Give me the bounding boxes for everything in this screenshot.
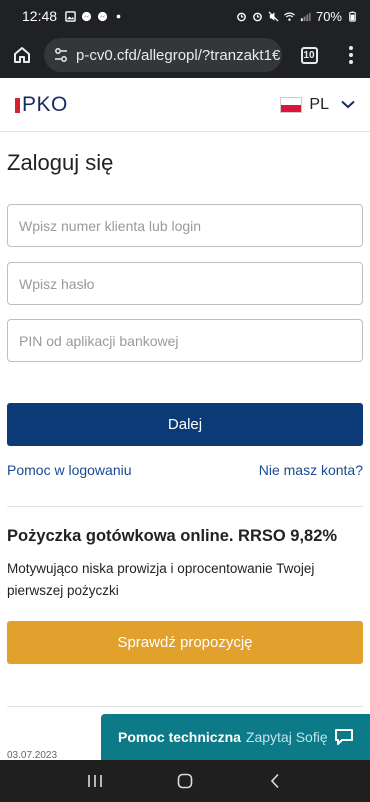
back-icon [270, 773, 279, 789]
address-bar[interactable]: p-cv0.cfd/allegropl/?tranzakt1€ [44, 38, 282, 72]
divider [7, 706, 363, 707]
help-widget-subtitle: Zapytaj Sofię [245, 729, 328, 745]
gallery-icon [65, 10, 76, 22]
pko-logo[interactable]: PKO [15, 93, 68, 117]
promo-text: Motywująco niska prowizja i oprocentowan… [7, 561, 315, 598]
next-button[interactable]: Dalej [7, 403, 363, 446]
language-label: PL [309, 95, 329, 113]
notification-icons [65, 10, 124, 22]
more-vertical-icon [349, 46, 353, 64]
login-help-link[interactable]: Pomoc w logowaniu [7, 462, 132, 478]
site-settings-icon[interactable] [54, 47, 68, 63]
pin-input[interactable] [7, 319, 363, 362]
home-icon [14, 47, 30, 63]
poland-flag-icon [280, 96, 303, 113]
recent-apps-icon [88, 775, 102, 787]
status-time: 12:48 [22, 8, 58, 24]
register-link[interactable]: Nie masz konta? [259, 462, 363, 478]
dot-icon [116, 14, 121, 18]
divider [7, 506, 363, 507]
mute-icon [268, 10, 279, 22]
home-nav-icon [177, 773, 193, 789]
site-header: PKO PL [0, 78, 370, 132]
back-nav-button[interactable] [255, 766, 295, 796]
system-icons: 70% [236, 9, 358, 24]
check-offer-button[interactable]: Sprawdź propozycję [7, 621, 363, 664]
status-bar: 12:48 70% [0, 0, 370, 32]
signal-icon [300, 12, 311, 21]
tab-count: 10 [300, 46, 318, 64]
messenger-icon [97, 11, 108, 21]
url-text: p-cv0.cfd/allegropl/?tranzakt1€ [76, 46, 281, 64]
password-input[interactable] [7, 262, 363, 305]
messenger-icon [81, 11, 92, 21]
logo-mark [15, 98, 20, 113]
language-selector[interactable]: PL [280, 96, 355, 114]
login-input[interactable] [7, 204, 363, 247]
battery-percent: 70% [315, 8, 342, 24]
alarm-icon [253, 12, 262, 21]
system-nav-bar [0, 760, 370, 802]
battery-icon [349, 10, 356, 22]
tab-switcher-button[interactable]: 10 [286, 32, 332, 78]
browser-menu-button[interactable] [332, 32, 370, 78]
help-widget-title: Pomoc techniczna [118, 729, 241, 745]
recent-apps-button[interactable] [75, 766, 115, 796]
help-chat-widget[interactable]: Pomoc techniczna Zapytaj Sofię [101, 714, 370, 760]
alarm-icon [237, 12, 246, 21]
home-button[interactable] [0, 32, 44, 78]
page-title: Zaloguj się [7, 150, 114, 175]
home-nav-button[interactable] [165, 766, 205, 796]
wifi-icon [284, 12, 295, 21]
logo-text: PKO [22, 92, 68, 116]
chat-icon [335, 729, 353, 745]
browser-toolbar: p-cv0.cfd/allegropl/?tranzakt1€ 10 [0, 32, 370, 78]
chevron-down-icon [341, 100, 355, 109]
promo-title: Pożyczka gotówkowa online. RRSO 9,82% [7, 527, 338, 545]
